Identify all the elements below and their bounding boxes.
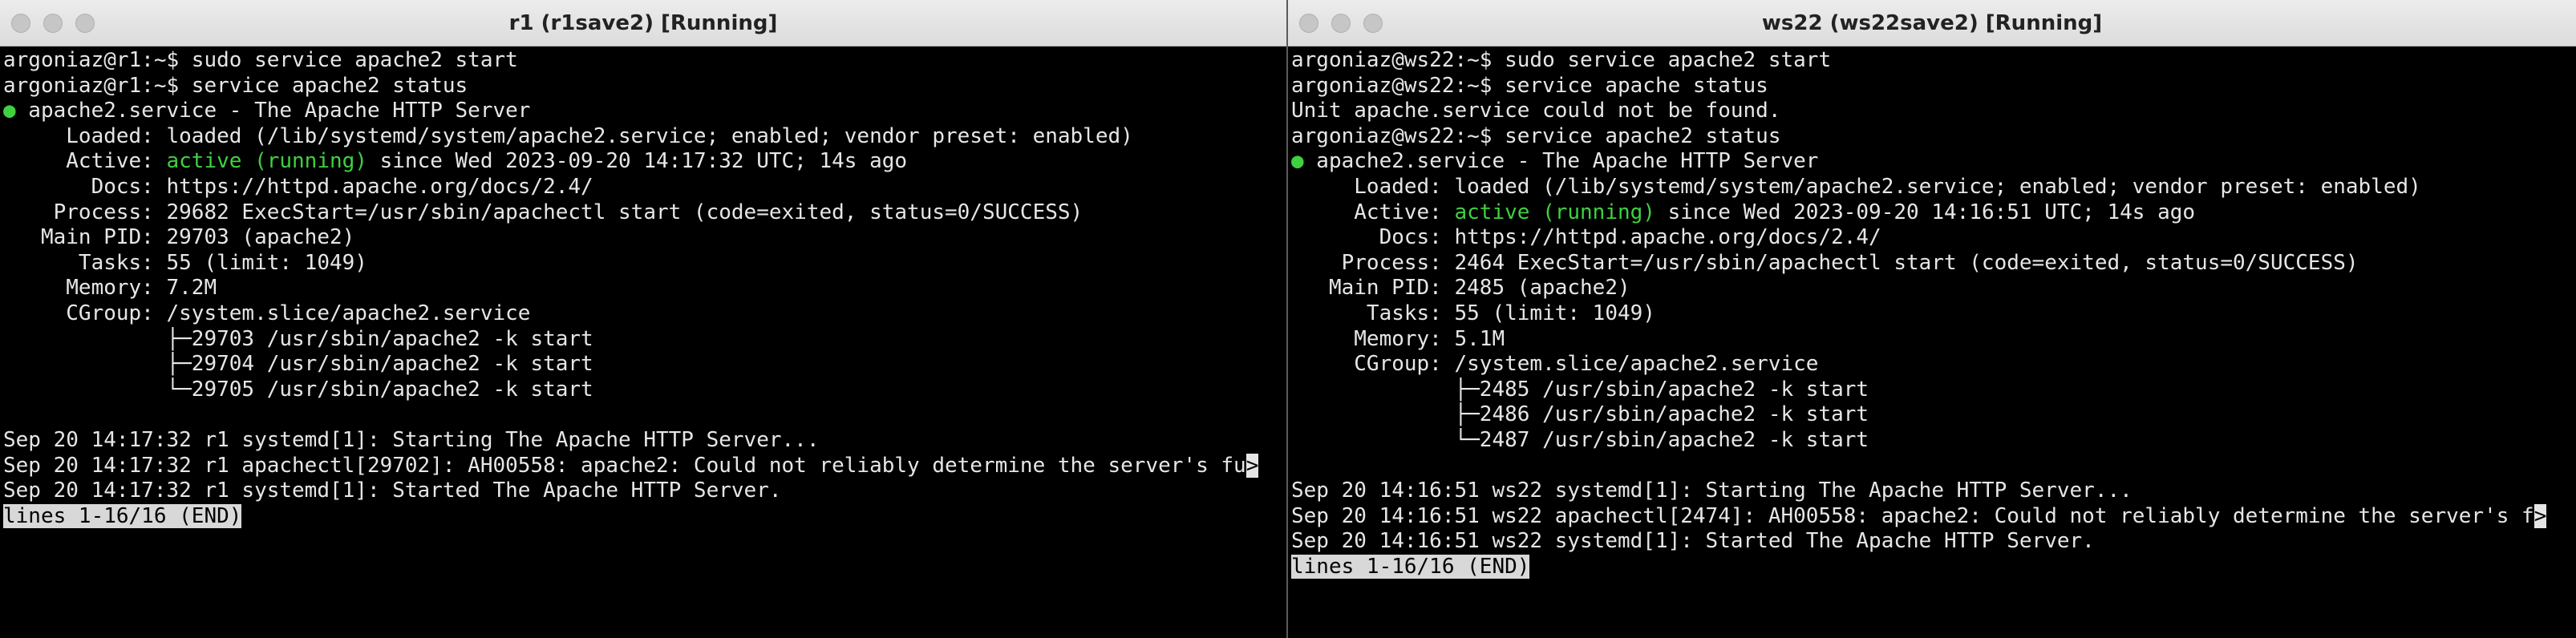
service-header-line: ● apache2.service - The Apache HTTP Serv… [3, 99, 1286, 124]
active-status-line: Active: active (running) since Wed 2023-… [1291, 200, 2576, 226]
active-since: since Wed 2023-09-20 14:17:32 UTC; 14s a… [367, 149, 908, 174]
terminal-line: Memory: 5.1M [1291, 326, 1505, 351]
terminal-output[interactable]: argoniaz@r1:~$ sudo service apache2 star… [3, 48, 1286, 638]
active-since: since Wed 2023-09-20 14:16:51 UTC; 14s a… [1655, 200, 2196, 224]
terminal-line: CGroup: /system.slice/apache2.service [1291, 352, 1819, 377]
terminal-line: argoniaz@ws22:~$ service apache status [1291, 73, 1768, 98]
terminal-line: argoniaz@ws22:~$ service apache2 status [1291, 123, 1781, 148]
status-dot-icon: ● [3, 99, 16, 123]
terminal-line: ├─2485 /usr/sbin/apache2 -k start [1291, 377, 1869, 402]
window-titlebar[interactable]: ws22 (ws22save2) [Running] [1288, 0, 2576, 46]
vm-window-ws22[interactable]: ws22 (ws22save2) [Running] argoniaz@ws22… [1286, 0, 2576, 638]
active-label: Active: [1291, 200, 1455, 224]
status-running: active (running) [166, 149, 367, 174]
terminal-line: Main PID: 29703 (apache2) [3, 225, 355, 250]
desktop: r1 (r1save2) [Running] argoniaz@r1:~$ su… [0, 0, 2576, 638]
pager-status: lines 1-16/16 (END) [3, 503, 242, 528]
status-dot-icon: ● [1291, 149, 1304, 174]
terminal-line: Loaded: loaded (/lib/systemd/system/apac… [3, 123, 1133, 148]
truncated-log-line: Sep 20 14:16:51 ws22 apachectl[2474]: AH… [1291, 503, 2576, 530]
window-titlebar[interactable]: r1 (r1save2) [Running] [0, 0, 1286, 46]
vm-window-r1[interactable]: r1 (r1save2) [Running] argoniaz@r1:~$ su… [0, 0, 1286, 638]
terminal-line: ├─2486 /usr/sbin/apache2 -k start [1291, 402, 1869, 427]
window-title: ws22 (ws22save2) [Running] [1761, 11, 2103, 35]
log-text: Sep 20 14:17:32 r1 apachectl[29702]: AH0… [3, 453, 1246, 478]
terminal-line: Sep 20 14:16:51 ws22 systemd[1]: Started… [1291, 529, 2095, 554]
truncation-marker: > [1245, 453, 1259, 478]
terminal-output[interactable]: argoniaz@ws22:~$ sudo service apache2 st… [1291, 48, 2576, 638]
terminal-line: └─29705 /usr/sbin/apache2 -k start [3, 377, 593, 402]
service-name: apache2.service - The Apache HTTP Server [15, 99, 531, 123]
terminal-line: Loaded: loaded (/lib/systemd/system/apac… [1291, 174, 2421, 199]
service-header-line: ● apache2.service - The Apache HTTP Serv… [1291, 149, 2576, 175]
terminal-line: Sep 20 14:17:32 r1 systemd[1]: Starting … [3, 427, 820, 452]
terminal-line: Main PID: 2485 (apache2) [1291, 276, 1630, 301]
terminal-line: Docs: https://httpd.apache.org/docs/2.4/ [3, 174, 593, 199]
pager-status-line: lines 1-16/16 (END) [1291, 554, 2576, 580]
terminal-line: Tasks: 55 (limit: 1049) [3, 250, 367, 275]
truncation-marker: > [2533, 503, 2547, 528]
log-text: Sep 20 14:16:51 ws22 apachectl[2474]: AH… [1291, 503, 2534, 528]
terminal-line: Sep 20 14:16:51 ws22 systemd[1]: Startin… [1291, 478, 2132, 503]
terminal-line: Sep 20 14:17:32 r1 systemd[1]: Started T… [3, 478, 782, 503]
terminal-line: Memory: 7.2M [3, 276, 217, 301]
terminal-line: argoniaz@r1:~$ sudo service apache2 star… [3, 48, 518, 72]
terminal-line: CGroup: /system.slice/apache2.service [3, 301, 531, 325]
terminal-line: Tasks: 55 (limit: 1049) [1291, 301, 1655, 325]
status-running: active (running) [1454, 200, 1655, 224]
active-status-line: Active: active (running) since Wed 2023-… [3, 149, 1286, 175]
terminal-line: Process: 2464 ExecStart=/usr/sbin/apache… [1291, 250, 2359, 275]
service-name: apache2.service - The Apache HTTP Server [1303, 149, 1819, 174]
terminal-line: Unit apache.service could not be found. [1291, 99, 1781, 123]
pager-status-line: lines 1-16/16 (END) [3, 503, 1286, 530]
terminal-line: ├─29704 /usr/sbin/apache2 -k start [3, 352, 593, 377]
window-title: r1 (r1save2) [Running] [508, 11, 778, 35]
truncated-log-line: Sep 20 14:17:32 r1 apachectl[29702]: AH0… [3, 453, 1286, 479]
terminal-line: argoniaz@r1:~$ service apache2 status [3, 73, 468, 98]
active-label: Active: [3, 149, 167, 174]
terminal-line: └─2487 /usr/sbin/apache2 -k start [1291, 427, 1869, 452]
pager-status: lines 1-16/16 (END) [1291, 554, 1530, 579]
terminal-line: ├─29703 /usr/sbin/apache2 -k start [3, 326, 593, 351]
terminal-line: Docs: https://httpd.apache.org/docs/2.4/ [1291, 225, 1881, 250]
terminal-line: Process: 29682 ExecStart=/usr/sbin/apach… [3, 200, 1083, 224]
terminal-line: argoniaz@ws22:~$ sudo service apache2 st… [1291, 48, 1832, 72]
